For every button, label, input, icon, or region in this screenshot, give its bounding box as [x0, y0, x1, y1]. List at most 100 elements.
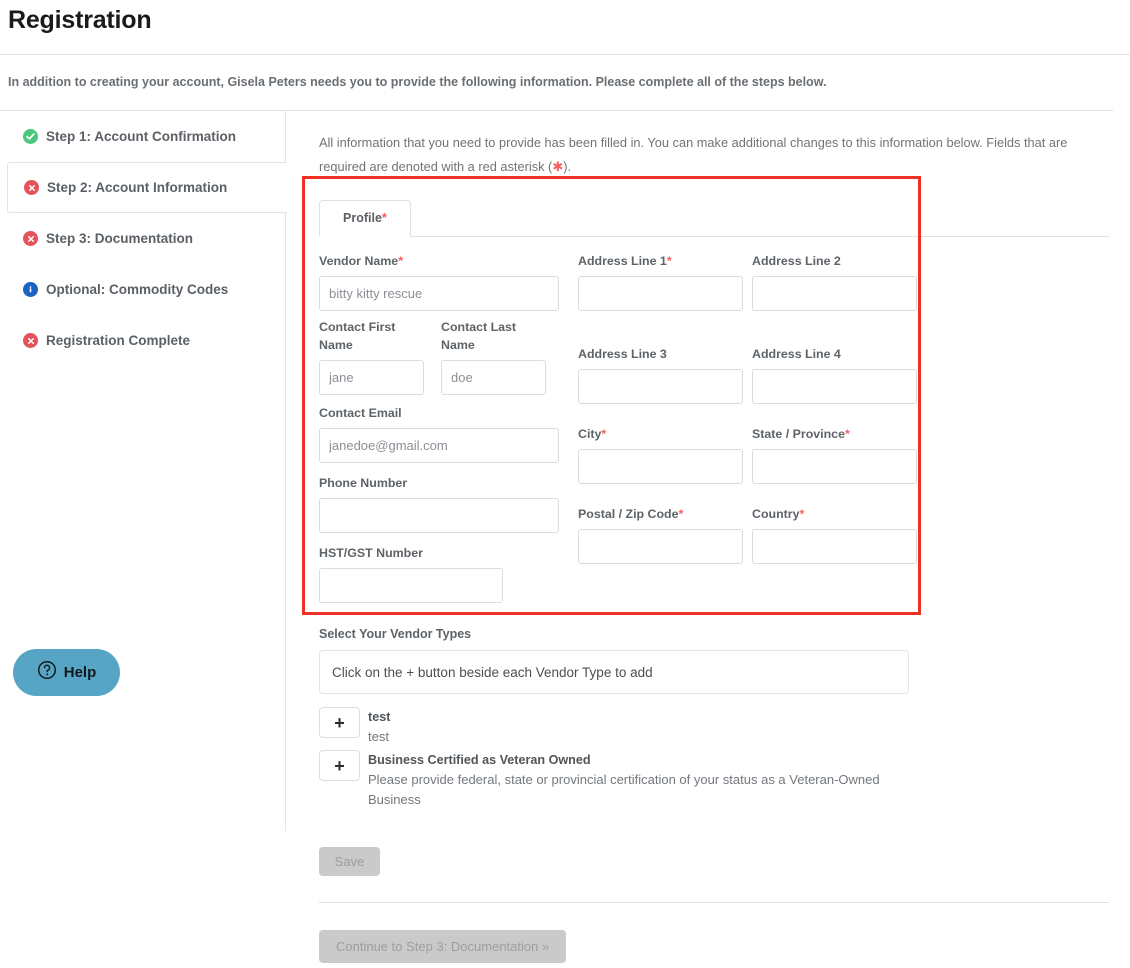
vendor-type-description: Please provide federal, state or provinc…	[368, 770, 908, 808]
error-circle-icon	[24, 180, 39, 195]
contact-first-name-input[interactable]	[319, 360, 424, 395]
instructions-line-1: All information that you need to provide…	[319, 135, 1067, 150]
phone-number-label: Phone Number	[319, 475, 559, 493]
sidebar-item-registration-complete[interactable]: Registration Complete	[0, 315, 285, 366]
hst-gst-number-label: HST/GST Number	[319, 545, 559, 563]
contact-last-name-label: Contact Last Name	[441, 319, 546, 355]
vendor-name-input[interactable]	[319, 276, 559, 311]
field-contact-first-name: Contact First Name	[319, 319, 424, 395]
vendor-types-section: Select Your Vendor Types Click on the + …	[319, 627, 1109, 808]
sidebar-item-label: Step 3: Documentation	[46, 231, 193, 246]
field-phone-number: Phone Number	[319, 475, 559, 533]
actions-divider	[319, 902, 1109, 903]
main-content: All information that you need to provide…	[286, 111, 1130, 963]
contact-email-input[interactable]	[319, 428, 559, 463]
city-label: City*	[578, 426, 743, 444]
field-address-line-2: Address Line 2	[752, 253, 917, 311]
continue-to-step-3-button[interactable]: Continue to Step 3: Documentation »	[319, 930, 566, 963]
tab-label: Profile	[343, 211, 382, 225]
contact-first-name-label: Contact First Name	[319, 319, 424, 355]
instructions-line-3: ).	[563, 159, 571, 174]
form-column-contact: Vendor Name* Contact First Name Contact …	[319, 253, 559, 611]
vendor-name-label: Vendor Name*	[319, 253, 559, 271]
contact-name-row: Contact First Name Contact Last Name	[319, 319, 559, 403]
field-state-province: State / Province*	[752, 426, 917, 484]
vendor-types-hint: Click on the + button beside each Vendor…	[332, 665, 653, 680]
help-widget-button[interactable]: Help	[13, 649, 120, 696]
vendor-types-list: + test test + Business Certified as Vete…	[319, 707, 1109, 808]
profile-form: Vendor Name* Contact First Name Contact …	[319, 237, 1109, 627]
required-marker: *	[667, 254, 672, 268]
label-text: Postal / Zip Code	[578, 507, 679, 521]
label-text: Country	[752, 507, 800, 521]
list-item: + Business Certified as Veteran Owned Pl…	[319, 750, 1109, 808]
required-marker: *	[679, 507, 684, 521]
address-line-3-label: Address Line 3	[578, 346, 743, 364]
sidebar-item-label: Registration Complete	[46, 333, 190, 348]
error-circle-icon	[23, 333, 38, 348]
vendor-type-description: test	[368, 727, 390, 746]
add-vendor-type-button[interactable]: +	[319, 750, 360, 781]
field-address-line-3: Address Line 3	[578, 346, 743, 404]
contact-email-label: Contact Email	[319, 405, 559, 423]
page-layout: Step 1: Account Confirmation Step 2: Acc…	[0, 111, 1130, 963]
sidebar-item-commodity-codes[interactable]: Optional: Commodity Codes	[0, 264, 285, 315]
vendor-type-text: test test	[368, 707, 390, 746]
sidebar-item-label: Step 1: Account Confirmation	[46, 129, 236, 144]
required-marker: *	[601, 427, 606, 441]
sidebar-item-step-1[interactable]: Step 1: Account Confirmation	[0, 111, 285, 162]
instructions-line-2: required are denoted with a red asterisk…	[319, 159, 552, 174]
sidebar-item-label: Step 2: Account Information	[47, 180, 227, 195]
field-city: City*	[578, 426, 743, 484]
postal-zip-code-label: Postal / Zip Code*	[578, 506, 743, 524]
tab-profile[interactable]: Profile*	[319, 200, 411, 237]
field-contact-last-name: Contact Last Name	[441, 319, 546, 395]
field-contact-email: Contact Email	[319, 405, 559, 463]
form-column-address-left: Address Line 1* Address Line 3 City* Pos…	[578, 253, 743, 572]
form-instructions: All information that you need to provide…	[310, 124, 1110, 179]
save-button[interactable]: Save	[319, 847, 380, 876]
address-line-4-input[interactable]	[752, 369, 917, 404]
field-vendor-name: Vendor Name*	[319, 253, 559, 311]
question-circle-icon	[37, 660, 57, 685]
add-vendor-type-button[interactable]: +	[319, 707, 360, 738]
sidebar-item-label: Optional: Commodity Codes	[46, 282, 228, 297]
country-label: Country*	[752, 506, 917, 524]
error-circle-icon	[23, 231, 38, 246]
required-asterisk-icon: ✱	[552, 159, 563, 174]
required-marker: *	[382, 211, 387, 225]
vendor-types-selected-box[interactable]: Click on the + button beside each Vendor…	[319, 650, 909, 694]
field-address-line-1: Address Line 1*	[578, 253, 743, 311]
state-province-label: State / Province*	[752, 426, 917, 444]
address-line-3-input[interactable]	[578, 369, 743, 404]
hst-gst-number-input[interactable]	[319, 568, 503, 603]
state-province-input[interactable]	[752, 449, 917, 484]
sidebar-item-step-3[interactable]: Step 3: Documentation	[0, 213, 285, 264]
vendor-type-text: Business Certified as Veteran Owned Plea…	[368, 750, 908, 808]
help-widget-label: Help	[64, 664, 97, 681]
phone-number-input[interactable]	[319, 498, 559, 533]
city-input[interactable]	[578, 449, 743, 484]
field-postal-zip-code: Postal / Zip Code*	[578, 506, 743, 564]
label-text: Vendor Name	[319, 254, 398, 268]
required-marker: *	[845, 427, 850, 441]
page-title: Registration	[0, 0, 1130, 35]
vendor-type-name: Business Certified as Veteran Owned	[368, 751, 908, 770]
required-marker: *	[398, 254, 403, 268]
form-tabs: Profile*	[319, 199, 1109, 237]
registration-intro-text: In addition to creating your account, Gi…	[0, 55, 1130, 89]
contact-last-name-input[interactable]	[441, 360, 546, 395]
label-text: City	[578, 427, 601, 441]
list-item: + test test	[319, 707, 1109, 746]
address-line-1-input[interactable]	[578, 276, 743, 311]
country-input[interactable]	[752, 529, 917, 564]
vendor-type-name: test	[368, 708, 390, 727]
sidebar-item-step-2[interactable]: Step 2: Account Information	[7, 162, 287, 213]
check-circle-icon	[23, 129, 38, 144]
field-hst-gst-number: HST/GST Number	[319, 545, 559, 603]
field-country: Country*	[752, 506, 917, 564]
postal-zip-code-input[interactable]	[578, 529, 743, 564]
address-line-1-label: Address Line 1*	[578, 253, 743, 271]
address-line-2-input[interactable]	[752, 276, 917, 311]
address-line-4-label: Address Line 4	[752, 346, 917, 364]
